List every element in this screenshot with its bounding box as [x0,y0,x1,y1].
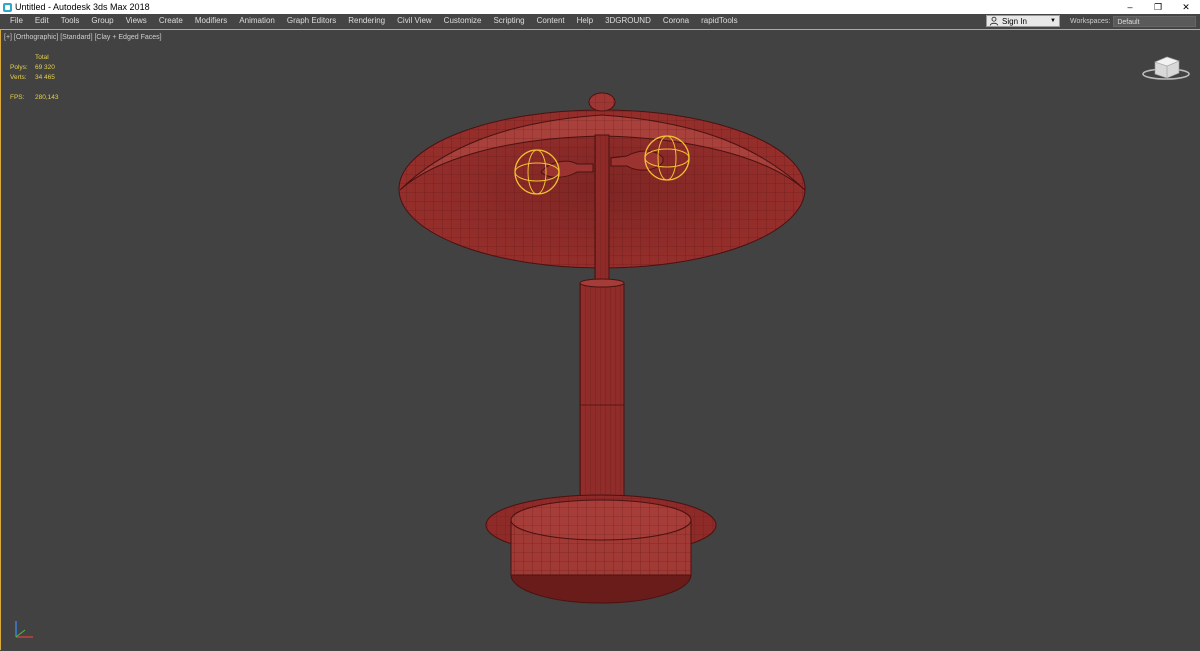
menu-help[interactable]: Help [571,14,599,28]
app-icon [3,2,12,12]
menu-modifiers[interactable]: Modifiers [189,14,233,28]
user-icon [989,16,999,26]
window-title: Untitled - Autodesk 3ds Max 2018 [15,2,150,12]
menu-3dground[interactable]: 3DGROUND [599,14,657,28]
menu-animation[interactable]: Animation [233,14,281,28]
viewport[interactable]: [+] [Orthographic] [Standard] [Clay + Ed… [0,29,1200,650]
close-button[interactable]: ✕ [1172,0,1200,14]
restore-button[interactable]: ❐ [1144,0,1172,14]
menu-rendering[interactable]: Rendering [342,14,391,28]
workspaces-label: Workspaces: [1070,17,1111,25]
menu-corona[interactable]: Corona [657,14,695,28]
menu-graph-editors[interactable]: Graph Editors [281,14,342,28]
lamp-model[interactable] [1,30,1200,651]
minimize-button[interactable]: – [1116,0,1144,14]
menu-customize[interactable]: Customize [438,14,488,28]
menu-items: File Edit Tools Group Views Create Modif… [0,14,744,28]
sign-in-label: Sign In [1002,16,1027,26]
menu-bar: File Edit Tools Group Views Create Modif… [0,14,1200,28]
lamp-stem[interactable] [594,134,610,286]
menu-create[interactable]: Create [153,14,189,28]
lamp-column[interactable] [579,278,625,501]
menu-scripting[interactable]: Scripting [487,14,530,28]
title-bar: Untitled - Autodesk 3ds Max 2018 – ❐ ✕ [0,0,1200,14]
menu-tools[interactable]: Tools [55,14,86,28]
axis-tripod-icon [15,621,33,638]
menu-group[interactable]: Group [85,14,119,28]
chevron-down-icon: ▼ [1050,18,1056,24]
window-controls: – ❐ ✕ [1116,0,1200,14]
menu-content[interactable]: Content [531,14,571,28]
menu-civil-view[interactable]: Civil View [391,14,438,28]
workspaces-select[interactable]: Default [1113,15,1197,27]
menu-rapidtools[interactable]: rapidTools [695,14,743,28]
menu-views[interactable]: Views [120,14,153,28]
workspaces-control: Workspaces: Default [1070,15,1197,27]
sign-in-dropdown[interactable]: Sign In ▼ [986,15,1060,27]
lamp-base[interactable] [485,494,717,604]
menu-file[interactable]: File [4,14,29,28]
menu-edit[interactable]: Edit [29,14,55,28]
